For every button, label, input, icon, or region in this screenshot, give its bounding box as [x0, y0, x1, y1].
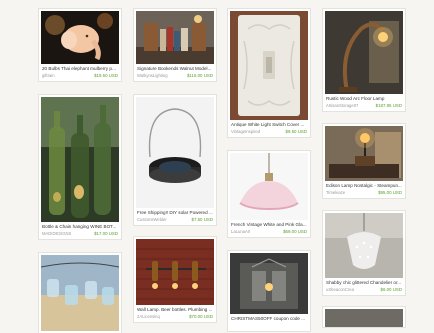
product-image[interactable] — [325, 213, 403, 278]
wine-bottle-lamp-image — [41, 97, 119, 222]
product-price: $7.50 USD — [191, 217, 213, 222]
elephant-lamp-image — [41, 11, 119, 64]
product-title[interactable]: Edison Lamp Nostalgic - Steampun... — [326, 183, 402, 188]
product-title[interactable]: Free Shipping!! DIY solar Powered ... — [137, 210, 213, 215]
product-price: $19.50 USD — [94, 73, 118, 78]
switch-cover-image — [230, 11, 308, 120]
product-card[interactable]: 20 Bulbs Thai elephant mulberry pa... gi… — [39, 9, 121, 81]
product-price: $95.00 USD — [378, 190, 402, 195]
product-image[interactable] — [41, 11, 119, 64]
edison-lamp-image — [325, 126, 403, 181]
product-card[interactable]: Free Shipping!! DIY solar Powered ... Cu… — [134, 95, 216, 225]
shop-name[interactable]: VintageInspired — [231, 129, 260, 134]
product-image[interactable] — [325, 126, 403, 181]
product-image[interactable] — [325, 309, 403, 327]
shop-name[interactable]: uSbeaconCrea — [326, 287, 354, 292]
product-price: $70.00 USD — [189, 314, 213, 319]
solar-jar-lid-image — [136, 97, 214, 208]
product-image[interactable] — [230, 153, 308, 220]
product-image[interactable] — [230, 253, 308, 314]
product-image[interactable] — [136, 97, 214, 208]
product-card[interactable] — [323, 307, 405, 327]
product-card[interactable]: Antique White Light Switch Cover ... Vin… — [228, 9, 310, 137]
shop-name[interactable]: WatkynsLighting — [137, 73, 168, 78]
product-price: $69.00 USD — [283, 229, 307, 234]
beer-bottle-wall-lamp-image — [136, 239, 214, 305]
product-card[interactable]: Signature Bookends Walnut Model... Watky… — [134, 9, 216, 81]
mason-jar-lights-image — [41, 255, 119, 331]
shop-name[interactable]: CustomsWelder — [137, 217, 167, 222]
product-title[interactable]: Antique White Light Switch Cover ... — [231, 122, 307, 127]
product-title[interactable]: Bottle & Chain hanging WINE BOT... — [42, 224, 118, 229]
lantern-image — [230, 253, 308, 314]
product-price: $17.00 USD — [94, 231, 118, 236]
product-title[interactable]: Wall Lamp. Beer bottles. Plumbing ... — [137, 307, 213, 312]
shop-name[interactable]: giftrain — [42, 73, 55, 78]
arc-floor-lamp-image — [325, 11, 403, 94]
shop-name[interactable]: MADIDESIGNS — [42, 231, 71, 236]
product-title[interactable]: Shabby chic glittered Chandelier or... — [326, 280, 402, 285]
pink-glass-pendant-image — [230, 153, 308, 220]
shop-name[interactable]: Timeleaze — [326, 190, 345, 195]
product-image[interactable] — [230, 11, 308, 120]
product-card[interactable]: Wall Lamp. Beer bottles. Plumbing ... 2A… — [134, 237, 216, 322]
product-image[interactable] — [136, 239, 214, 305]
shop-name[interactable]: LaLunaArt — [231, 229, 250, 234]
product-card[interactable]: Edison Lamp Nostalgic - Steampun... Time… — [323, 124, 405, 198]
product-image[interactable] — [136, 11, 214, 64]
product-card[interactable]: Bottle & Chain hanging WINE BOT... MADID… — [39, 95, 121, 239]
product-card[interactable]: CHRISTMAS50OFF coupon code ... — [228, 251, 310, 331]
product-card[interactable]: Rustic Wood Arc Floor Lamp ArtisanStorag… — [323, 9, 405, 111]
product-price: $9.50 USD — [285, 129, 307, 134]
shabby-chandelier-image — [325, 213, 403, 278]
product-card[interactable]: French Vintage White and Pink Gla... LaL… — [228, 151, 310, 237]
product-image[interactable] — [325, 11, 403, 94]
product-card[interactable]: Shabby chic glittered Chandelier or... u… — [323, 211, 405, 295]
product-title[interactable]: French Vintage White and Pink Gla... — [231, 222, 307, 227]
product-title[interactable]: 20 Bulbs Thai elephant mulberry pa... — [42, 66, 118, 71]
shop-name[interactable]: 2ALicensinq — [137, 314, 160, 319]
product-image[interactable] — [41, 97, 119, 222]
product-title[interactable]: Rustic Wood Arc Floor Lamp — [326, 96, 402, 101]
bookend-lamp-image — [136, 11, 214, 64]
product-title[interactable]: Signature Bookends Walnut Model... — [137, 66, 213, 71]
product-title[interactable]: CHRISTMAS50OFF coupon code ... — [231, 316, 307, 321]
product-price: $187.95 USD — [375, 103, 402, 108]
product-card[interactable] — [39, 253, 121, 333]
product-price: $115.00 USD — [186, 73, 213, 78]
product-image[interactable] — [41, 255, 119, 331]
shop-name[interactable]: ArtisanStorage07 — [326, 103, 358, 108]
product-price: $6.00 USD — [380, 287, 402, 292]
